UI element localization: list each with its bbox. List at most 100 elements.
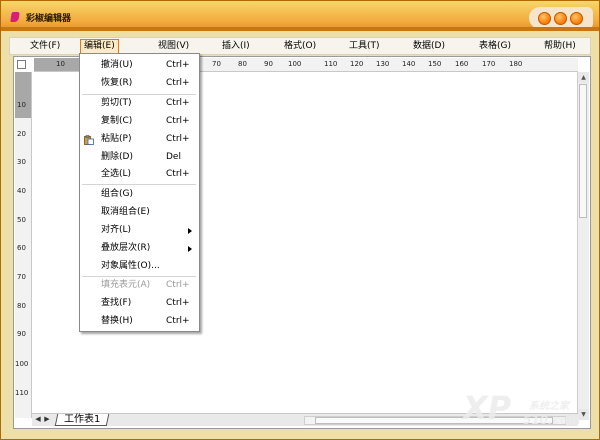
menu-tools[interactable]: 工具(T) [349,40,380,52]
menu-item-label: 组合(G) [101,189,133,199]
menu-item-label: 剪切(T) [101,98,132,108]
menu-item-shortcut: Del [166,152,181,162]
vruler-tick: 110 [15,389,29,397]
vruler-tick: 30 [17,158,26,166]
menu-item-label: 替换(H) [101,316,133,326]
watermark-line2: 510.com [523,413,581,427]
menu-item-label: 撤消(U) [101,60,133,70]
menu-item-shortcut: Ctrl+ [166,78,190,88]
ruler-margin-shade [15,72,31,118]
menu-item-fill-cells: 填充表元(A) Ctrl+ [81,278,198,293]
menu-item-shortcut: Ctrl+ [166,98,190,108]
edit-menu-dropdown: 撤消(U) Ctrl+ 恢复(R) Ctrl+ 剪切(T) Ctrl+ 复制(C… [79,53,200,332]
menu-item-label: 全选(L) [101,169,132,179]
vruler-tick: 20 [17,130,26,138]
menu-item-label: 叠放层次(R) [101,243,151,253]
menu-table[interactable]: 表格(G) [479,40,511,52]
menu-item-label: 对齐(L) [101,225,132,235]
menu-item-ungroup[interactable]: 取消组合(E) [81,205,198,220]
menu-item-shortcut: Ctrl+ [166,169,190,179]
menu-item-label: 删除(D) [101,152,133,162]
app-window: 彩椒编辑器 文件(F) 编辑(E) 视图(V) 插入(I) 格式(O) 工具(T… [0,0,600,440]
title-bar[interactable]: 彩椒编辑器 [1,1,599,31]
hruler-tick: 100 [288,60,302,68]
menu-item-object-properties[interactable]: 对象属性(O)... [81,259,198,274]
menu-item-shortcut: Ctrl+ [166,116,190,126]
vruler-tick: 90 [17,330,26,338]
menu-separator [82,94,196,95]
menu-item-paste[interactable]: 粘贴(P) Ctrl+ [81,132,198,147]
vertical-ruler: 10 20 30 40 50 60 70 80 90 100 110 [15,72,32,418]
hruler-tick: 170 [482,60,496,68]
menu-item-label: 恢复(R) [101,78,133,88]
menu-separator [82,276,196,277]
hruler-tick: 90 [264,60,273,68]
menu-file[interactable]: 文件(F) [30,40,60,52]
menu-item-label: 取消组合(E) [101,207,150,217]
hruler-tick: 140 [402,60,416,68]
menu-item-align[interactable]: 对齐(L) [81,223,198,238]
menu-separator [82,184,196,185]
menu-item-shortcut: Ctrl+ [166,60,190,70]
window-title: 彩椒编辑器 [26,14,72,24]
menu-item-shortcut: Ctrl+ [166,134,190,144]
hruler-tick: 110 [324,60,338,68]
menu-item-label: 复制(C) [101,116,133,126]
vruler-tick: 60 [17,244,26,252]
menu-data[interactable]: 数据(D) [413,40,445,52]
maximize-button[interactable] [554,12,567,25]
menu-format[interactable]: 格式(O) [284,40,316,52]
hruler-tick: 10 [56,60,65,68]
sheet-tab-label: 工作表1 [63,414,101,425]
menu-insert[interactable]: 插入(I) [222,40,250,52]
menu-item-shortcut: Ctrl+ [166,298,190,308]
hruler-tick: 120 [350,60,364,68]
submenu-arrow-icon [188,228,192,234]
menu-item-shortcut: Ctrl+ [166,280,190,290]
menu-item-redo[interactable]: 恢复(R) Ctrl+ [81,76,198,91]
site-watermark: XP 系统之家 510.com [453,389,593,433]
menu-item-find[interactable]: 查找(F) Ctrl+ [81,296,198,311]
hruler-tick: 180 [509,60,523,68]
watermark-logo: XP [463,389,512,427]
hruler-tick: 160 [455,60,469,68]
menu-item-delete[interactable]: 删除(D) Del [81,150,198,165]
vertical-scroll-thumb[interactable] [579,84,587,218]
vruler-tick: 100 [15,360,29,368]
app-logo-icon [10,12,20,22]
scroll-up-icon[interactable]: ▲ [578,72,589,83]
vruler-tick: 70 [17,273,26,281]
vertical-scrollbar[interactable]: ▲ ▼ [577,72,589,420]
sheet-prev-icon[interactable]: ◀ [34,415,42,424]
menu-item-undo[interactable]: 撤消(U) Ctrl+ [81,58,198,73]
sheet-tab[interactable]: 工作表1 [54,414,110,426]
vruler-tick: 80 [17,302,26,310]
sheet-next-icon[interactable]: ▶ [43,415,51,424]
hruler-tick: 150 [428,60,442,68]
menu-item-label: 查找(F) [101,298,132,308]
menu-item-group[interactable]: 组合(G) [81,187,198,202]
menu-item-select-all[interactable]: 全选(L) Ctrl+ [81,167,198,182]
vruler-tick: 40 [17,187,26,195]
hruler-tick: 130 [376,60,390,68]
menu-edit[interactable]: 编辑(E) [80,39,119,54]
menu-item-shortcut: Ctrl+ [166,316,190,326]
watermark-line1: 系统之家 [529,401,569,412]
menu-view[interactable]: 视图(V) [158,40,189,52]
menu-item-label: 粘贴(P) [101,134,132,144]
menu-item-label: 填充表元(A) [101,280,151,290]
menu-item-copy[interactable]: 复制(C) Ctrl+ [81,114,198,129]
close-button[interactable] [570,12,583,25]
window-controls [529,7,593,29]
hruler-tick: 80 [238,60,247,68]
select-all-corner[interactable] [17,60,26,69]
paste-icon [84,135,94,145]
menu-item-order[interactable]: 叠放层次(R) [81,241,198,256]
menu-help[interactable]: 帮助(H) [544,40,576,52]
vruler-tick: 50 [17,216,26,224]
menu-item-replace[interactable]: 替换(H) Ctrl+ [81,314,198,329]
hruler-tick: 70 [212,60,221,68]
minimize-button[interactable] [538,12,551,25]
menu-item-label: 对象属性(O)... [101,261,160,271]
menu-item-cut[interactable]: 剪切(T) Ctrl+ [81,96,198,111]
